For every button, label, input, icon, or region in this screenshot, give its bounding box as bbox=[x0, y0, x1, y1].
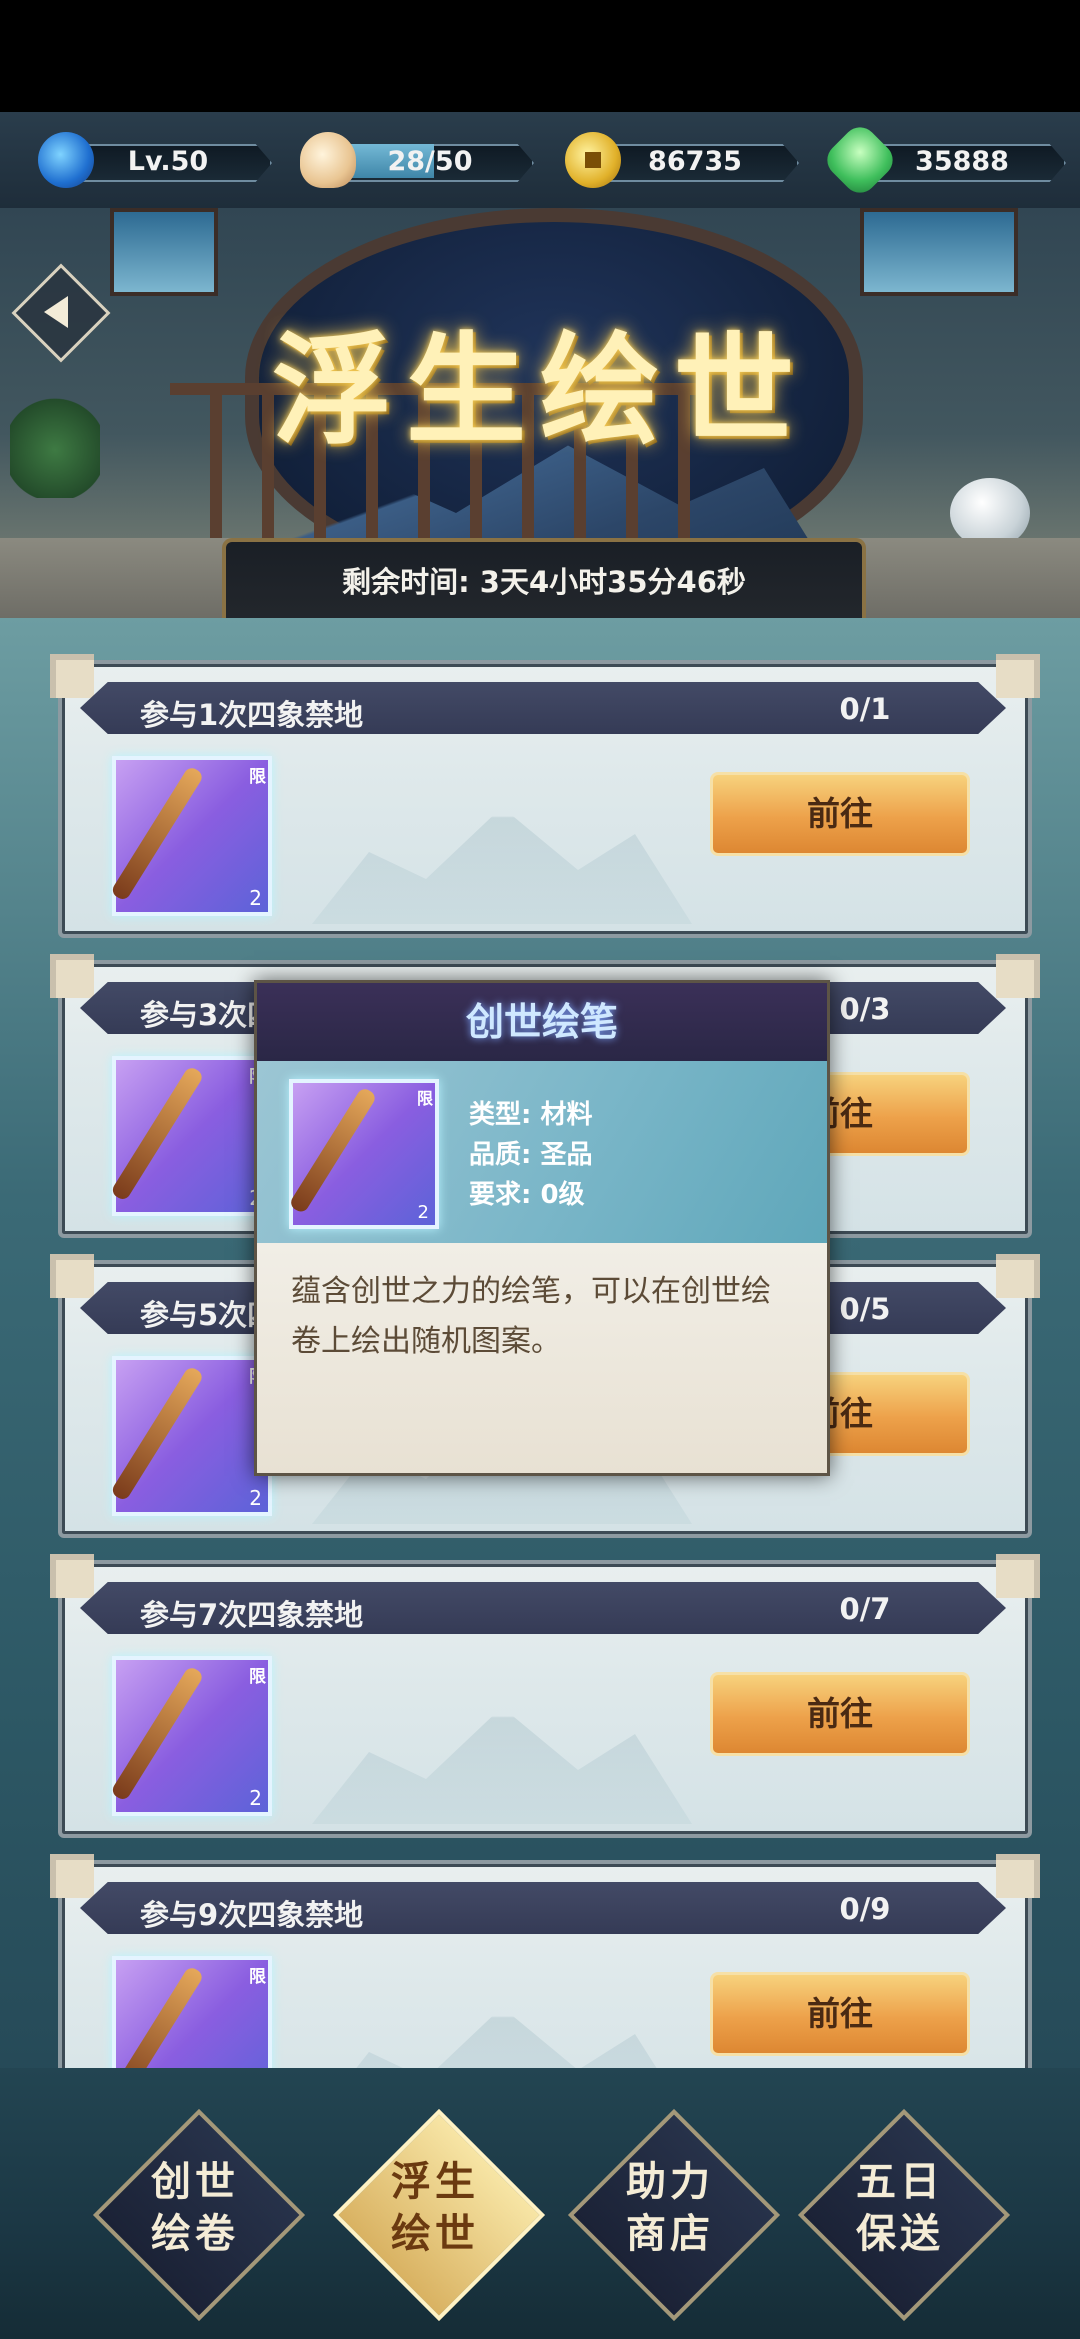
tab-label-line1: 创世 bbox=[151, 2158, 239, 2205]
paintbrush-icon bbox=[109, 1665, 205, 1802]
window-painting-right bbox=[860, 208, 1018, 296]
task-header: 参与9次四象禁地 0/9 bbox=[80, 1882, 1006, 1934]
reward-item-paintbrush[interactable]: 限 2 bbox=[109, 1956, 272, 2068]
task-progress: 0/5 bbox=[839, 1292, 891, 1326]
task-progress: 0/9 bbox=[839, 1892, 891, 1926]
tab-label-line1: 浮生 bbox=[391, 2158, 479, 2205]
tooltip-title: 创世绘笔 bbox=[257, 983, 827, 1061]
task-name: 参与9次四象禁地 bbox=[140, 1898, 364, 1932]
energy-value: 28/50 bbox=[387, 146, 473, 177]
bottom-navigation: 创世 绘卷 浮生 绘世 助力 商店 五日 保送 bbox=[0, 2068, 1080, 2339]
tab-floating-life-painting[interactable]: 浮生 绘世 bbox=[332, 2108, 546, 2322]
task-card: 参与1次四象禁地 0/1 限 2 前往 bbox=[50, 654, 1040, 938]
go-button[interactable]: 前往 bbox=[710, 1672, 970, 1756]
limited-tag: 限 bbox=[249, 767, 266, 787]
level-display: Lv.50 bbox=[38, 132, 272, 188]
item-tooltip: 创世绘笔 限 2 类型: 材料 品质: 圣品 要求: 0级 蕴含创世之力的绘笔，… bbox=[254, 980, 830, 1476]
limited-tag: 限 bbox=[416, 1089, 433, 1108]
reward-item-paintbrush[interactable]: 限 2 bbox=[109, 756, 272, 916]
tooltip-item-icon: 限 2 bbox=[288, 1079, 439, 1229]
paintbrush-icon bbox=[109, 1065, 205, 1202]
task-header: 参与1次四象禁地 0/1 bbox=[80, 682, 1006, 734]
reward-count: 2 bbox=[249, 1786, 262, 1810]
reward-count: 2 bbox=[249, 886, 262, 910]
reward-item-paintbrush[interactable]: 限 2 bbox=[109, 1656, 272, 1816]
tab-label-line2: 绘卷 bbox=[151, 2210, 239, 2257]
go-button[interactable]: 前往 bbox=[710, 1972, 970, 2056]
paintbrush-icon bbox=[109, 765, 205, 902]
energy-display[interactable]: 28/50 bbox=[300, 132, 534, 188]
coin-value: 86735 bbox=[648, 146, 742, 177]
paintbrush-icon bbox=[288, 1086, 378, 1215]
tooltip-body: 限 2 类型: 材料 品质: 圣品 要求: 0级 bbox=[257, 1061, 827, 1243]
task-progress: 0/1 bbox=[839, 692, 891, 726]
level-value: Lv.50 bbox=[127, 146, 209, 177]
tooltip-attributes: 类型: 材料 品质: 圣品 要求: 0级 bbox=[469, 1095, 592, 1215]
jade-value: 35888 bbox=[915, 146, 1009, 177]
task-card: 参与9次四象禁地 0/9 限 2 前往 bbox=[50, 1854, 1040, 2068]
reward-count: 2 bbox=[249, 1486, 262, 1510]
tab-label-line1: 助力 bbox=[626, 2158, 714, 2205]
limited-tag: 限 bbox=[249, 1667, 266, 1687]
task-progress: 0/7 bbox=[839, 1592, 891, 1626]
window-painting-left bbox=[110, 208, 218, 296]
item-requirement: 要求: 0级 bbox=[469, 1180, 585, 1210]
reward-item-paintbrush[interactable]: 限 2 bbox=[109, 1356, 272, 1516]
item-count: 2 bbox=[417, 1202, 429, 1223]
coin-display[interactable]: 86735 bbox=[565, 132, 799, 188]
limited-tag: 限 bbox=[249, 1967, 266, 1987]
tab-five-day-delivery[interactable]: 五日 保送 bbox=[797, 2108, 1011, 2322]
tab-creation-scroll[interactable]: 创世 绘卷 bbox=[92, 2108, 306, 2322]
status-bar bbox=[0, 0, 1080, 112]
remaining-time: 剩余时间: 3天4小时35分46秒 bbox=[222, 538, 866, 618]
resource-bar: Lv.50 28/50 86735 35888 bbox=[0, 112, 1080, 208]
go-button[interactable]: 前往 bbox=[710, 772, 970, 856]
event-banner: 浮生绘世 剩余时间: 3天4小时35分46秒 bbox=[0, 208, 1080, 618]
reward-item-paintbrush[interactable]: 限 2 bbox=[109, 1056, 272, 1216]
task-progress: 0/3 bbox=[839, 992, 891, 1026]
jade-display[interactable]: 35888 bbox=[820, 120, 1066, 200]
tab-label-line2: 保送 bbox=[856, 2210, 944, 2257]
tab-support-shop[interactable]: 助力 商店 bbox=[567, 2108, 781, 2322]
item-type: 类型: 材料 bbox=[469, 1100, 593, 1130]
task-header: 参与7次四象禁地 0/7 bbox=[80, 1582, 1006, 1634]
tooltip-description: 蕴含创世之力的绘笔，可以在创世绘卷上绘出随机图案。 bbox=[257, 1243, 827, 1473]
task-name: 参与7次四象禁地 bbox=[140, 1598, 364, 1632]
task-name: 参与1次四象禁地 bbox=[140, 698, 364, 732]
task-card: 参与7次四象禁地 0/7 限 2 前往 bbox=[50, 1554, 1040, 1838]
tab-label-line1: 五日 bbox=[856, 2158, 944, 2205]
tab-label-line2: 绘世 bbox=[391, 2210, 479, 2257]
event-title: 浮生绘世 bbox=[272, 320, 808, 461]
paintbrush-icon bbox=[109, 1965, 205, 2068]
tab-label-line2: 商店 bbox=[626, 2210, 714, 2257]
paintbrush-icon bbox=[109, 1365, 205, 1502]
item-quality: 品质: 圣品 bbox=[469, 1140, 593, 1170]
